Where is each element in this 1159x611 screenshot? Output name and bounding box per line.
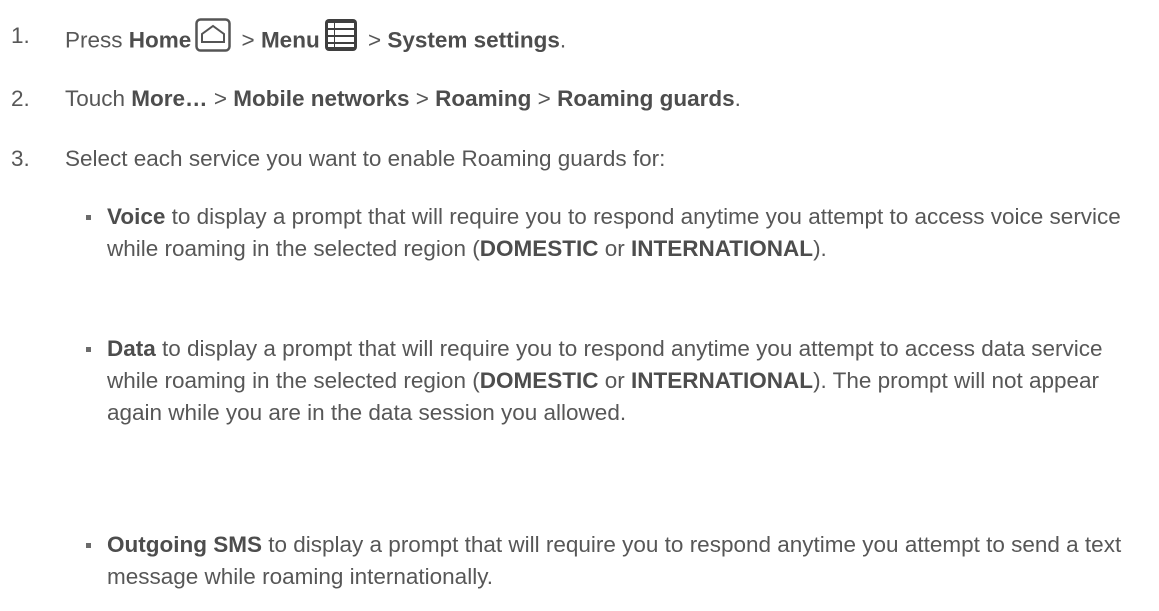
menu-label: Menu <box>260 27 320 53</box>
bullet-mark <box>86 215 91 220</box>
bullet-text: Outgoing SMS to display a prompt that wi… <box>107 529 1147 593</box>
more-label: More… <box>131 86 208 111</box>
bullet-term: Outgoing SMS <box>107 532 262 557</box>
bullet-text-part: or <box>598 236 631 261</box>
separator: > <box>207 86 234 111</box>
step-text: Select each service you want to enable R… <box>65 146 666 171</box>
bullet-text-part: or <box>598 368 631 393</box>
punctuation: . <box>559 27 567 53</box>
domestic-label: DOMESTIC <box>479 236 599 261</box>
bullet-text-part: ). <box>813 236 827 261</box>
separator: > <box>531 86 558 111</box>
menu-icon <box>324 18 358 61</box>
step-number: 2. <box>11 86 30 111</box>
international-label: INTERNATIONAL <box>630 368 814 393</box>
mobile-networks-label: Mobile networks <box>233 86 410 111</box>
bullet-term: Voice <box>107 204 166 229</box>
instructions-document: 1. Press Home > Menu > System settings. … <box>0 0 1159 611</box>
international-label: INTERNATIONAL <box>630 236 814 261</box>
bullet-mark <box>86 347 91 352</box>
step-number: 3. <box>11 146 30 171</box>
separator: > <box>409 86 436 111</box>
separator: > <box>361 27 388 53</box>
step-text-part: Touch <box>65 86 132 111</box>
roaming-guards-label: Roaming guards <box>557 86 735 111</box>
home-icon <box>195 18 232 61</box>
bullet-text: Voice to display a prompt that will requ… <box>107 201 1147 265</box>
step-text: Touch More… > Mobile networks > Roaming … <box>65 83 741 115</box>
step-text: Press Home > Menu > System settings. <box>65 18 567 63</box>
system-settings-label: System settings <box>387 27 560 53</box>
step-number: 1. <box>11 23 30 48</box>
domestic-label: DOMESTIC <box>479 368 599 393</box>
roaming-label: Roaming <box>435 86 532 111</box>
punctuation: . <box>734 86 741 111</box>
bullet-mark <box>86 543 91 548</box>
bullet-text: Data to display a prompt that will requi… <box>107 333 1147 429</box>
home-label: Home <box>128 27 192 53</box>
bullet-term: Data <box>107 336 156 361</box>
step-text-part: Press <box>65 27 129 53</box>
separator: > <box>235 27 261 53</box>
